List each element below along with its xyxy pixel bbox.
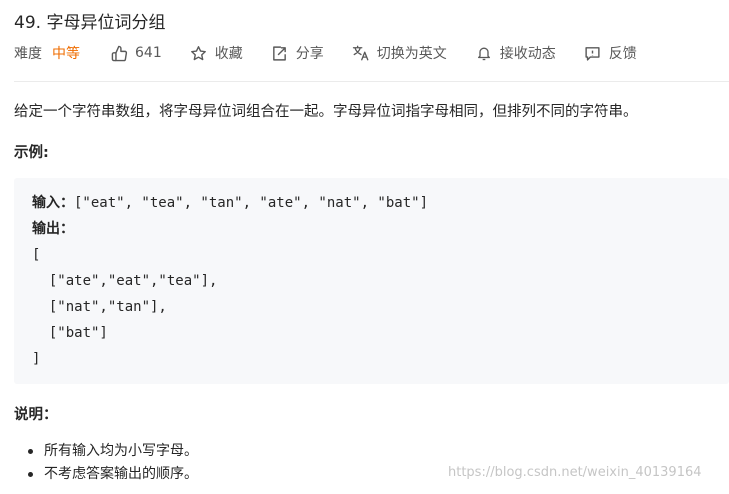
translate-button[interactable]: 切换为英文 bbox=[352, 43, 447, 63]
thumbs-up-icon bbox=[110, 44, 128, 62]
like-count: 641 bbox=[135, 45, 162, 61]
output-line: ["nat","tan"], bbox=[32, 299, 167, 315]
input-label: 输入： bbox=[32, 195, 74, 211]
header-divider bbox=[14, 81, 729, 82]
example-code-block: 输入：["eat", "tea", "tan", "ate", "nat", "… bbox=[14, 178, 729, 384]
share-icon bbox=[271, 44, 289, 62]
problem-description: 给定一个字符串数组，将字母异位词组合在一起。字母异位词指字母相同，但排列不同的字… bbox=[14, 104, 638, 120]
output-line: ["bat"] bbox=[32, 325, 108, 341]
favorite-button[interactable]: 收藏 bbox=[190, 43, 243, 63]
feedback-icon bbox=[584, 44, 602, 62]
notes-heading: 说明： bbox=[14, 407, 58, 423]
problem-meta-bar: 难度 中等 641 收藏 分享 切换为英文 接收动态 反馈 bbox=[14, 42, 637, 64]
output-label: 输出： bbox=[32, 221, 74, 237]
notify-label: 接收动态 bbox=[499, 46, 556, 62]
share-button[interactable]: 分享 bbox=[271, 43, 324, 63]
favorite-label: 收藏 bbox=[214, 46, 243, 62]
list-item: 不考虑答案输出的顺序。 bbox=[28, 463, 198, 486]
difficulty-value: 中等 bbox=[52, 46, 80, 62]
translate-icon bbox=[352, 44, 370, 62]
watermark: https://blog.csdn.net/weixin_40139164 bbox=[448, 465, 702, 480]
output-line: ["ate","eat","tea"], bbox=[32, 273, 218, 289]
example-heading: 示例: bbox=[14, 145, 49, 161]
notify-button[interactable]: 接收动态 bbox=[475, 43, 556, 63]
feedback-label: 反馈 bbox=[608, 46, 637, 62]
share-label: 分享 bbox=[295, 46, 324, 62]
feedback-button[interactable]: 反馈 bbox=[584, 43, 637, 63]
output-label-line: 输出： bbox=[32, 218, 74, 240]
like-button[interactable]: 641 bbox=[110, 44, 162, 62]
output-line: ] bbox=[32, 351, 41, 367]
input-line: 输入：["eat", "tea", "tan", "ate", "nat", "… bbox=[32, 192, 428, 214]
notes-list: 所有输入均为小写字母。 不考虑答案输出的顺序。 bbox=[28, 440, 198, 486]
star-icon bbox=[190, 44, 208, 62]
difficulty-label: 难度 bbox=[14, 46, 42, 62]
list-item: 所有输入均为小写字母。 bbox=[28, 440, 198, 463]
translate-label: 切换为英文 bbox=[376, 46, 447, 62]
problem-title: 49. 字母异位词分组 bbox=[14, 13, 166, 33]
input-value: ["eat", "tea", "tan", "ate", "nat", "bat… bbox=[74, 195, 429, 211]
bell-icon bbox=[475, 44, 493, 62]
output-line: [ bbox=[32, 247, 41, 263]
